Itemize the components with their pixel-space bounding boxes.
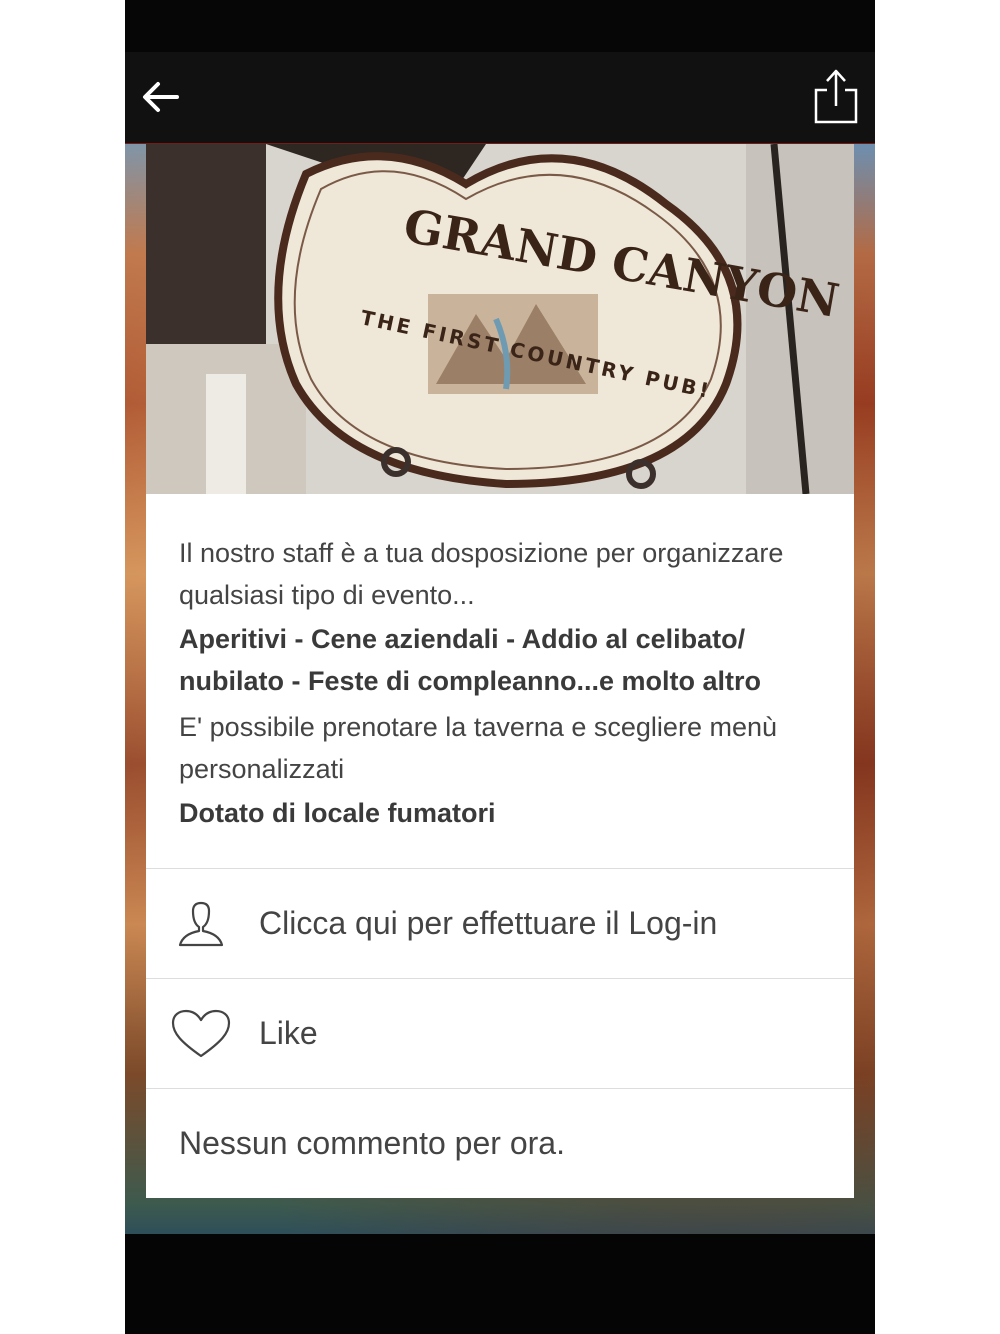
description-booking: E' possibile prenotare la taverna e sceg… [179,712,777,784]
pub-sign-image: GRAND CANYON THE FIRST COUNTRY PUB! [146,144,854,494]
like-label: Like [259,1015,318,1051]
no-comments-label: Nessun commento per ora. [179,1125,565,1161]
login-row[interactable]: Clicca qui per effettuare il Log-in [146,868,854,978]
navigation-bar [125,1234,875,1334]
app-bar [125,52,875,144]
user-icon [171,895,231,953]
event-description: Il nostro staff è a tua dosposizione per… [179,532,829,838]
phone-screen: GRAND CANYON THE FIRST COUNTRY PUB! Il n… [125,0,875,1334]
share-icon [814,69,858,124]
like-row[interactable]: Like [146,978,854,1088]
login-label: Clicca qui per effettuare il Log-in [259,905,718,941]
back-arrow-icon [143,82,179,112]
comments-row: Nessun commento per ora. [146,1088,854,1198]
event-card: GRAND CANYON THE FIRST COUNTRY PUB! Il n… [146,144,854,1198]
share-button[interactable] [811,66,861,126]
status-bar [125,0,875,52]
description-smokers: Dotato di locale fumatori [179,798,496,828]
back-button[interactable] [135,72,185,122]
description-intro: Il nostro staff è a tua dosposizione per… [179,538,784,610]
heart-icon [171,1005,231,1063]
description-events: Aperitivi - Cene aziendali - Addio al ce… [179,624,762,696]
